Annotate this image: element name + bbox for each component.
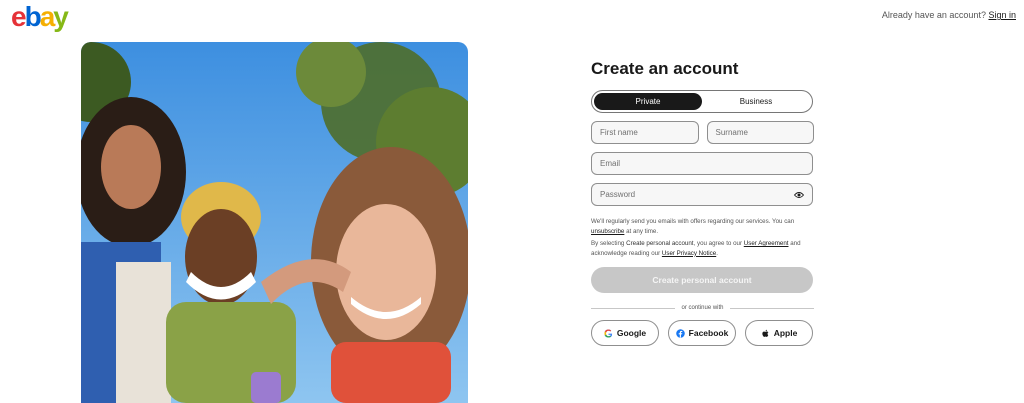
agreement-end: . [716,249,718,257]
surname-field[interactable]: Surname [706,121,814,144]
email-notice-tail: at any time. [626,227,659,235]
first-name-field[interactable]: First name [591,121,699,144]
google-icon [604,328,612,338]
agreement-notice: By selecting Create personal account, yo… [591,239,814,258]
divider-text: or continue with [681,305,724,311]
first-name-placeholder: First name [600,128,638,137]
unsubscribe-link[interactable]: unsubscribe [591,228,624,235]
social-login-row: Google Facebook Apple [591,320,814,346]
tab-private[interactable]: Private [594,93,702,110]
logo-letter-a: a [39,1,56,32]
legal-notice: We'll regularly send you emails with off… [591,217,814,258]
user-agreement-link[interactable]: User Agreement [744,240,789,247]
email-notice: We'll regularly send you emails with off… [591,217,814,236]
tab-business[interactable]: Business [702,93,810,110]
apple-label: Apple [773,328,798,338]
hero-photo [81,42,468,403]
divider-line-right [729,307,814,309]
password-placeholder: Password [600,190,636,199]
ebay-logo[interactable]: ebay [11,1,69,33]
surname-placeholder: Surname [715,128,748,137]
apple-button[interactable]: Apple [745,320,813,346]
email-field[interactable]: Email [591,152,813,175]
account-type-toggle: Private Business [591,90,813,113]
facebook-button[interactable]: Facebook [668,320,736,346]
divider: or continue with [591,305,814,311]
facebook-label: Facebook [688,328,729,338]
logo-letter-e: e [11,1,27,32]
logo-letter-b: b [24,1,42,32]
eye-icon[interactable] [794,191,804,199]
signin-prompt-text: Already have an account? [881,10,986,20]
divider-line-left [591,307,676,309]
agreement-text: By selecting [591,240,625,247]
facebook-icon [675,328,685,338]
agreement-strong: Create personal account [626,240,694,247]
signin-prompt: Already have an account? Sign in [882,10,1016,20]
logo-letter-y: y [53,1,69,32]
user-privacy-notice-link[interactable]: User Privacy Notice [662,250,716,257]
create-account-form: Create an account Private Business First… [591,58,814,346]
agreement-mid: , you agree to our [693,240,743,247]
apple-icon [762,329,769,337]
google-label: Google [616,328,647,338]
password-field[interactable]: Password [591,183,813,206]
google-button[interactable]: Google [591,320,659,346]
hero-photo-illustration [81,42,468,403]
email-placeholder: Email [600,159,621,168]
email-notice-text: We'll regularly send you emails with off… [591,218,795,225]
page-title: Create an account [591,59,739,78]
create-account-button[interactable]: Create personal account [591,267,813,293]
signin-link[interactable]: Sign in [988,10,1016,20]
